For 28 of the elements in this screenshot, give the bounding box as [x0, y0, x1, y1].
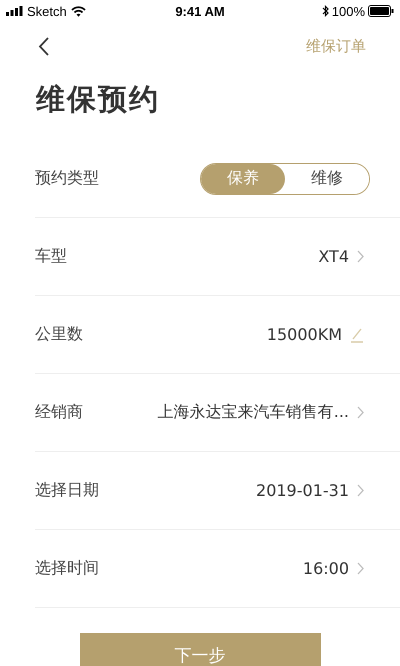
segment-option[interactable]: 保养 — [201, 164, 285, 194]
row-label: 预约类型 — [35, 168, 99, 189]
orders-link[interactable]: 维保订单 — [306, 36, 366, 56]
row-value: 2019-01-31 — [256, 481, 349, 500]
row-label: 选择日期 — [35, 480, 99, 501]
page-title: 维保预约 — [34, 81, 161, 118]
chevron-icon — [357, 562, 364, 575]
next-button[interactable]: 下一步 — [80, 633, 320, 666]
row-value: XT4 — [318, 247, 349, 266]
carrier-name: Sketch — [27, 4, 67, 18]
row-label: 选择时间 — [35, 558, 99, 579]
row-label: 经销商 — [35, 402, 83, 423]
status-time: 9:41 AM — [175, 4, 225, 18]
row-value: 上海永达宝来汽车销售有... — [158, 402, 349, 423]
wifi-icon — [70, 6, 86, 16]
row-label: 车型 — [35, 246, 67, 267]
bluetooth-icon — [322, 5, 329, 17]
row-value: 16:00 — [302, 559, 349, 578]
row-value: 15000KM — [266, 325, 342, 344]
signal-icon — [6, 6, 23, 16]
pencil-icon — [350, 326, 364, 342]
battery-percent: 100% — [332, 4, 365, 18]
row-label: 公里数 — [35, 324, 83, 345]
chevron-icon — [357, 406, 364, 419]
battery-icon — [368, 5, 394, 17]
chevron-icon — [357, 484, 364, 497]
back-icon[interactable] — [38, 36, 49, 56]
chevron-icon — [357, 250, 364, 263]
